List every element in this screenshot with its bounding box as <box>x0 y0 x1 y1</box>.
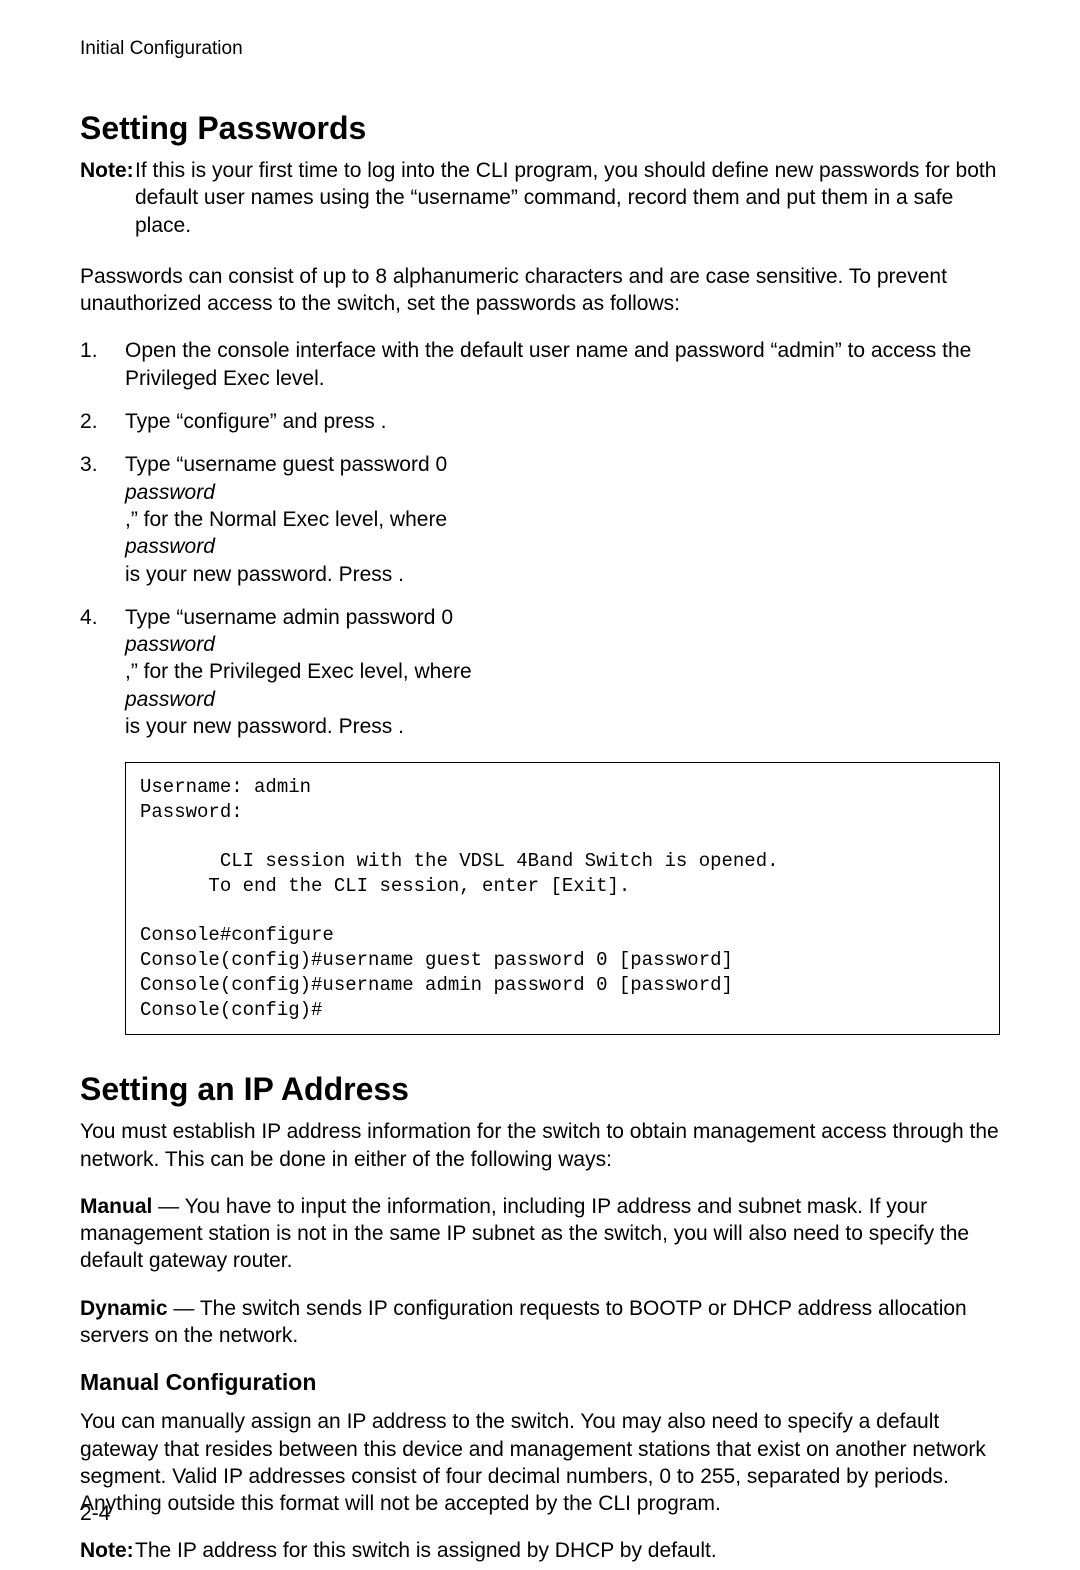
text-manual: — You have to input the information, inc… <box>80 1195 969 1273</box>
running-head: Initial Configuration <box>80 38 1000 60</box>
paragraph-manual-config: You can manually assign an IP address to… <box>80 1408 1000 1517</box>
label-manual: Manual <box>80 1195 152 1218</box>
list-item: Type “username guest password 0 password… <box>80 451 1000 587</box>
note-label: Note: <box>80 1537 135 1564</box>
label-dynamic: Dynamic <box>80 1297 168 1320</box>
list-item: Type “username admin password 0 password… <box>80 604 1000 740</box>
list-item: Open the console interface with the defa… <box>80 337 1000 392</box>
step-text: Type “username admin password 0 password… <box>125 604 1000 740</box>
step-text: Type “username guest password 0 password… <box>125 451 1000 587</box>
code-block-cli: Username: admin Password: CLI session wi… <box>125 762 1000 1035</box>
intro-passwords: Passwords can consist of up to 8 alphanu… <box>80 263 1000 318</box>
page-number: 2-4 <box>80 1502 110 1526</box>
paragraph-dynamic: Dynamic — The switch sends IP configurat… <box>80 1295 1000 1350</box>
note-ip-default: Note: The IP address for this switch is … <box>80 1537 1000 1564</box>
steps-list: Open the console interface with the defa… <box>80 337 1000 740</box>
heading-setting-passwords: Setting Passwords <box>80 110 1000 147</box>
step-text: Type “configure” and press . <box>125 408 1000 435</box>
paragraph-manual: Manual — You have to input the informati… <box>80 1193 1000 1275</box>
heading-manual-config: Manual Configuration <box>80 1369 1000 1396</box>
intro-ip: You must establish IP address informatio… <box>80 1118 1000 1173</box>
step-text: Open the console interface with the defa… <box>125 337 1000 392</box>
list-item: Type “configure” and press . <box>80 408 1000 435</box>
page: Initial Configuration Setting Passwords … <box>0 0 1080 1570</box>
note-body: If this is your first time to log into t… <box>135 157 1000 239</box>
note-label: Note: <box>80 157 135 239</box>
heading-setting-ip: Setting an IP Address <box>80 1071 1000 1108</box>
note-setting-passwords: Note: If this is your first time to log … <box>80 157 1000 239</box>
text-dynamic: — The switch sends IP configuration requ… <box>80 1297 967 1347</box>
note-body: The IP address for this switch is assign… <box>135 1537 1000 1564</box>
